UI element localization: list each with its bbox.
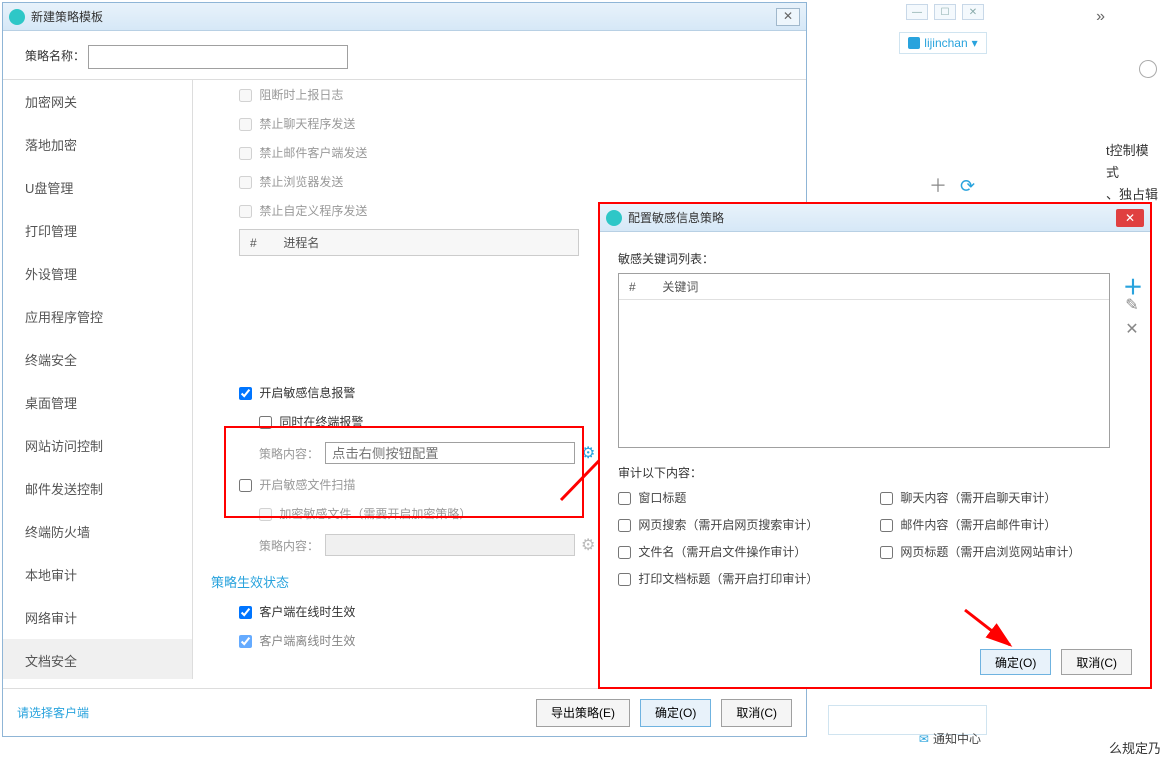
sub-dialog-titlebar: 配置敏感信息策略 ✕ [600,204,1150,232]
sub-dialog-title: 配置敏感信息策略 [628,209,1116,226]
checkbox [239,89,252,102]
audit-checkbox[interactable] [618,492,631,505]
policy-name-row: 策略名称： [3,31,806,79]
col-index: # [250,236,280,250]
sidebar-item[interactable]: 网络审计 [3,596,192,639]
dialog-titlebar: 新建策略模板 ✕ [3,3,806,31]
checkbox [239,118,252,131]
sidebar-item[interactable]: 终端防火墙 [3,510,192,553]
audit-label: 审计以下内容： [618,464,1132,481]
sidebar-item[interactable]: 应用程序管控 [3,295,192,338]
audit-checkbox-item[interactable]: 窗口标题 [618,489,870,506]
sub-cancel-button[interactable]: 取消(C) [1061,649,1132,675]
refresh-icon[interactable]: ⟳ [960,176,975,196]
check-alarm[interactable] [239,387,252,400]
disabled-check-row: 禁止聊天程序发送 [211,109,788,138]
policy-name-label: 策略名称： [25,47,85,64]
dialog-title: 新建策略模板 [31,8,776,25]
bg-text-bottom: 么规定乃 [1109,738,1161,757]
cancel-button[interactable]: 取消(C) [721,699,792,727]
audit-checkbox[interactable] [880,492,893,505]
audit-checkbox[interactable] [618,519,631,532]
audit-checkbox-item[interactable]: 聊天内容（需开启聊天审计） [880,489,1132,506]
window-controls: — ☐ ✕ [906,4,984,20]
sidebar-item[interactable]: 外设管理 [3,252,192,295]
disabled-check-row: 禁止浏览器发送 [211,167,788,196]
sensitive-info-dialog: 配置敏感信息策略 ✕ 敏感关键词列表： # 关键词 ＋ ✎ ✕ 审计以下内容： … [598,202,1152,689]
app-icon [606,210,622,226]
sub-dialog-footer: 确定(O) 取消(C) [970,649,1132,675]
disabled-check-row: 阻断时上报日志 [211,80,788,109]
sidebar-item[interactable]: U盘管理 [3,166,192,209]
app-icon [9,9,25,25]
maximize-icon[interactable]: ☐ [934,4,956,20]
sidebar-item[interactable]: 落地加密 [3,123,192,166]
policy-content-label2: 策略内容： [259,537,319,554]
keyword-list-label: 敏感关键词列表： [618,250,1132,267]
audit-checkbox-item[interactable]: 邮件内容（需开启邮件审计） [880,516,1132,533]
notify-center[interactable]: 通知中心 [919,730,981,747]
audit-checkbox[interactable] [618,573,631,586]
add-keyword-icon[interactable]: ＋ [1123,271,1141,289]
sidebar-item[interactable]: 加密网关 [3,80,192,123]
dialog-footer: 请选择客户端 导出策略(E) 确定(O) 取消(C) [3,688,806,736]
delete-keyword-icon[interactable]: ✕ [1123,319,1141,337]
keyword-table: # 关键词 [618,273,1110,448]
sidebar-item[interactable]: 桌面管理 [3,381,192,424]
kw-col-name: 关键词 [662,280,698,294]
select-client-link[interactable]: 请选择客户端 [17,704,89,721]
sidebar-item[interactable]: 终端安全 [3,338,192,381]
plus-icon[interactable]: ＋ [929,176,947,196]
bg-text: t控制模式 、独占辑 [1106,140,1161,206]
category-sidebar[interactable]: 加密网关落地加密U盘管理打印管理外设管理应用程序管控终端安全桌面管理网站访问控制… [3,80,193,679]
check-encrypt-file [259,508,272,521]
policy-content-input[interactable] [325,442,575,464]
ok-button[interactable]: 确定(O) [640,699,711,727]
keyword-actions: ＋ ✎ ✕ [1123,271,1141,337]
close-button[interactable]: ✕ [776,8,800,26]
audit-checkbox[interactable] [618,546,631,559]
close-icon[interactable]: ✕ [962,4,984,20]
checkbox [239,176,252,189]
minimize-icon[interactable]: — [906,4,928,20]
user-icon [908,37,920,49]
emoji-icon[interactable] [1139,60,1157,78]
audit-checkbox-item[interactable]: 文件名（需开启文件操作审计） [618,543,870,560]
audit-checkbox[interactable] [880,519,893,532]
export-button[interactable]: 导出策略(E) [536,699,630,727]
chevrons-icon[interactable]: » [1096,8,1105,26]
sidebar-item[interactable]: 本地审计 [3,553,192,596]
caret-down-icon: ▾ [972,36,978,50]
policy-content-label: 策略内容： [259,445,319,462]
policy-name-input[interactable] [88,45,348,69]
audit-checkbox-item[interactable]: 网页标题（需开启浏览网站审计） [880,543,1132,560]
checkbox [239,205,252,218]
sidebar-item[interactable]: 文档安全 [3,639,192,679]
sidebar-item[interactable]: 邮件发送控制 [3,467,192,510]
audit-checkbox[interactable] [880,546,893,559]
check-terminal-alarm[interactable] [259,416,272,429]
close-button[interactable]: ✕ [1116,209,1144,227]
audit-checkbox-item[interactable]: 打印文档标题（需开启打印审计） [618,570,870,587]
check-file-scan[interactable] [239,479,252,492]
checkbox [239,147,252,160]
sidebar-item[interactable]: 打印管理 [3,209,192,252]
col-process-name: 进程名 [283,236,319,250]
red-arrow-2 [960,605,1020,655]
gear-icon[interactable]: ⚙ [581,443,595,463]
policy-content-input-2 [325,534,575,556]
sidebar-item[interactable]: 网站访问控制 [3,424,192,467]
gear-icon-disabled: ⚙ [581,535,595,555]
sub-ok-button[interactable]: 确定(O) [980,649,1051,675]
check-offline[interactable] [239,635,252,648]
toolbar-icons: ＋ ⟳ [929,172,983,198]
user-name: lijinchan [924,36,967,50]
edit-keyword-icon[interactable]: ✎ [1123,295,1141,313]
disabled-check-row: 禁止邮件客户端发送 [211,138,788,167]
user-dropdown[interactable]: lijinchan ▾ [899,32,987,54]
kw-col-index: # [629,280,659,294]
check-online[interactable] [239,606,252,619]
audit-checkbox-item[interactable]: 网页搜索（需开启网页搜索审计） [618,516,870,533]
